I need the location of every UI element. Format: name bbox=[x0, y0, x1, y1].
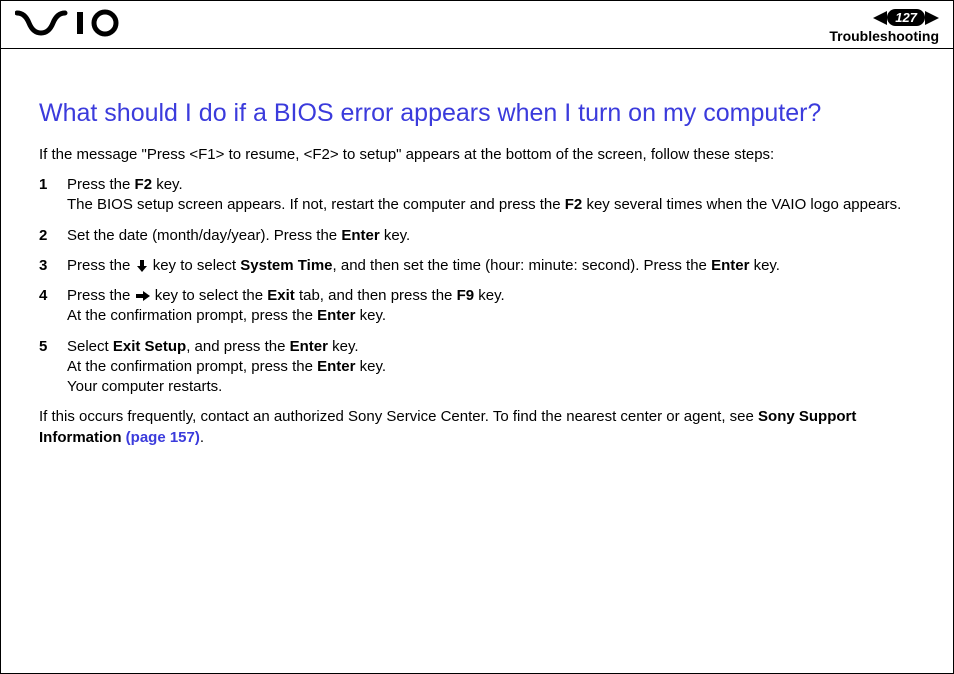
page-title: What should I do if a BIOS error appears… bbox=[39, 97, 915, 131]
step-item: 3 Press the key to select System Time, a… bbox=[39, 256, 915, 276]
step-text: Press the bbox=[67, 257, 135, 274]
step-text: key. bbox=[749, 257, 780, 274]
step-body: Select Exit Setup, and press the Enter k… bbox=[67, 337, 915, 398]
step-text: key several times when the VAIO logo app… bbox=[582, 196, 901, 213]
step-text: key. bbox=[474, 287, 505, 304]
step-item: 1 Press the F2 key. The BIOS setup scree… bbox=[39, 175, 915, 216]
page-header: 127 Troubleshooting bbox=[1, 1, 953, 49]
step-text: Your computer restarts. bbox=[67, 378, 222, 395]
key-name: F2 bbox=[565, 196, 583, 213]
key-name: Exit bbox=[267, 287, 295, 304]
key-name: F9 bbox=[457, 287, 475, 304]
step-number: 5 bbox=[39, 337, 67, 357]
key-name: Enter bbox=[711, 257, 749, 274]
step-number: 1 bbox=[39, 175, 67, 195]
key-name: F2 bbox=[135, 176, 153, 193]
step-text: Press the bbox=[67, 176, 135, 193]
key-name: System Time bbox=[240, 257, 332, 274]
step-item: 2 Set the date (month/day/year). Press t… bbox=[39, 226, 915, 246]
step-text: key. bbox=[328, 338, 359, 355]
arrow-down-icon bbox=[135, 259, 149, 273]
step-text: Select bbox=[67, 338, 113, 355]
steps-list: 1 Press the F2 key. The BIOS setup scree… bbox=[39, 175, 915, 397]
key-name: Enter bbox=[341, 227, 379, 244]
prev-page-arrow-icon[interactable] bbox=[873, 11, 887, 25]
step-text: , and press the bbox=[186, 338, 289, 355]
arrow-right-icon bbox=[135, 290, 151, 302]
key-name: Enter bbox=[317, 358, 355, 375]
step-text: Press the bbox=[67, 287, 135, 304]
step-text: The BIOS setup screen appears. If not, r… bbox=[67, 196, 565, 213]
key-name: Enter bbox=[290, 338, 328, 355]
footer-text: If this occurs frequently, contact an au… bbox=[39, 407, 915, 448]
next-page-arrow-icon[interactable] bbox=[925, 11, 939, 25]
step-text: key. bbox=[152, 176, 183, 193]
step-text: Set the date (month/day/year). Press the bbox=[67, 227, 341, 244]
section-label: Troubleshooting bbox=[829, 28, 939, 44]
step-number: 2 bbox=[39, 226, 67, 246]
step-text: At the confirmation prompt, press the bbox=[67, 358, 317, 375]
step-text: key. bbox=[355, 358, 386, 375]
step-text: key to select the bbox=[151, 287, 268, 304]
step-text: key to select bbox=[149, 257, 241, 274]
footer-segment: . bbox=[200, 429, 204, 446]
step-item: 5 Select Exit Setup, and press the Enter… bbox=[39, 337, 915, 398]
step-text: , and then set the time (hour: minute: s… bbox=[333, 257, 712, 274]
step-body: Press the key to select System Time, and… bbox=[67, 256, 915, 276]
page-number: 127 bbox=[887, 9, 925, 26]
step-number: 4 bbox=[39, 286, 67, 306]
step-body: Set the date (month/day/year). Press the… bbox=[67, 226, 915, 246]
step-text: tab, and then press the bbox=[295, 287, 457, 304]
header-right: 127 Troubleshooting bbox=[829, 9, 939, 44]
key-name: Exit Setup bbox=[113, 338, 186, 355]
key-name: Enter bbox=[317, 307, 355, 324]
page-nav: 127 bbox=[873, 9, 939, 26]
footer-segment: If this occurs frequently, contact an au… bbox=[39, 408, 758, 425]
vaio-logo bbox=[15, 9, 125, 44]
step-number: 3 bbox=[39, 256, 67, 276]
step-item: 4 Press the key to select the Exit tab, … bbox=[39, 286, 915, 327]
step-body: Press the key to select the Exit tab, an… bbox=[67, 286, 915, 327]
page-content: What should I do if a BIOS error appears… bbox=[1, 49, 953, 448]
step-text: At the confirmation prompt, press the bbox=[67, 307, 317, 324]
page-link[interactable]: (page 157) bbox=[126, 429, 200, 446]
step-text: key. bbox=[355, 307, 386, 324]
step-body: Press the F2 key. The BIOS setup screen … bbox=[67, 175, 915, 216]
step-text: key. bbox=[380, 227, 411, 244]
intro-text: If the message "Press <F1> to resume, <F… bbox=[39, 145, 915, 165]
